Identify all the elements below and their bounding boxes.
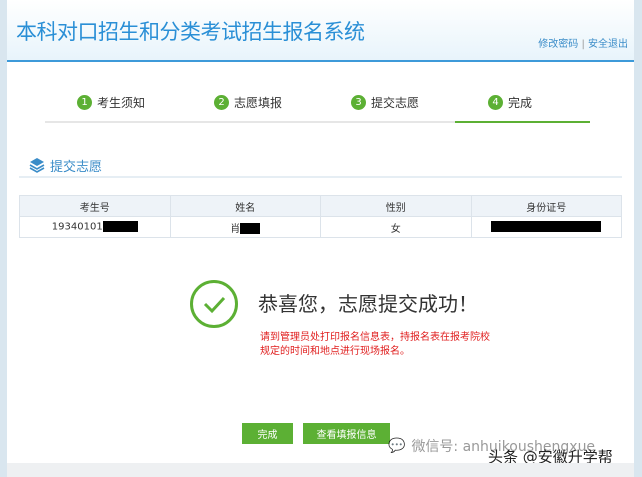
active-step-indicator	[455, 121, 590, 123]
step-2: 2 志愿填报	[214, 94, 282, 111]
column-header: 性别	[320, 195, 472, 217]
name: 肖	[230, 223, 241, 235]
table-header-row: 考生号 姓名 性别 身份证号	[19, 195, 622, 217]
step-number: 2	[214, 95, 229, 110]
redaction	[491, 221, 602, 233]
logout-link[interactable]: 安全退出	[588, 39, 628, 50]
exam-number-cell: 19340101	[19, 216, 171, 238]
name-cell: 肖	[169, 216, 321, 238]
header: 本科对口招生和分类考试招生报名系统 修改密码 | 安全退出	[7, 0, 634, 62]
step-label: 完成	[508, 96, 533, 110]
layers-icon	[29, 158, 45, 173]
instruction-note: 请到管理员处打印报名信息表，持报名表在报考院校规定的时间和地点进行现场报名。	[260, 332, 490, 357]
step-number: 1	[77, 95, 92, 110]
redaction	[102, 221, 138, 233]
step-number: 4	[488, 95, 503, 110]
success-check-icon	[190, 280, 238, 328]
step-3: 3 提交志愿	[351, 94, 419, 111]
change-password-link[interactable]: 修改密码	[538, 39, 578, 50]
step-label: 志愿填报	[234, 96, 283, 110]
redaction	[240, 223, 261, 234]
step-4: 4 完成	[488, 94, 532, 111]
wechat-icon: 💬	[388, 438, 406, 454]
step-1: 1 考生须知	[77, 94, 145, 111]
section-header: 提交志愿	[19, 154, 622, 178]
column-header: 考生号	[19, 195, 171, 217]
header-links: 修改密码 | 安全退出	[538, 35, 628, 50]
app-title: 本科对口招生和分类考试招生报名系统	[16, 20, 365, 44]
column-header: 姓名	[169, 195, 321, 217]
gender-cell: 女	[320, 216, 472, 238]
window-frame	[0, 0, 642, 477]
step-label: 提交志愿	[371, 96, 420, 110]
column-header: 身份证号	[470, 195, 622, 217]
candidate-table: 考生号 姓名 性别 身份证号 19340101 肖 女	[19, 195, 622, 238]
id-number-cell	[470, 216, 622, 238]
table-row: 19340101 肖 女	[19, 216, 622, 238]
section-title: 提交志愿	[50, 159, 103, 175]
step-number: 3	[351, 95, 366, 110]
view-info-button[interactable]: 查看填报信息	[303, 423, 390, 444]
separator: |	[581, 39, 585, 50]
exam-number: 19340101	[51, 221, 103, 233]
step-label: 考生须知	[97, 96, 146, 110]
success-message: 恭喜您，志愿提交成功！	[258, 292, 478, 316]
step-progress: 1 考生须知 2 志愿填报 3 提交志愿 4 完成	[45, 92, 590, 123]
footer-bar	[7, 463, 634, 477]
done-button[interactable]: 完成	[242, 423, 293, 444]
